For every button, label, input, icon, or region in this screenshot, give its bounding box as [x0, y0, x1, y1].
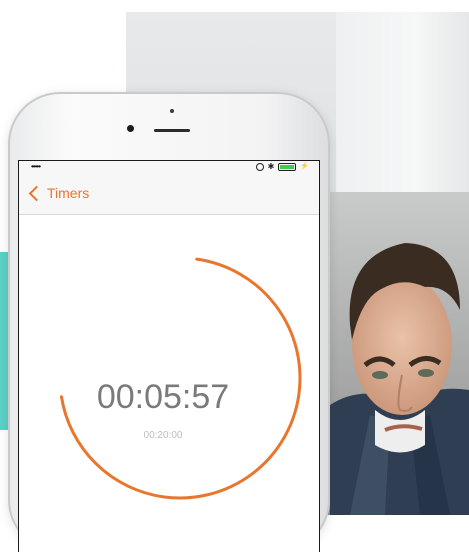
boy-photo — [330, 215, 469, 515]
timer-total-duration: 00:20:00 — [143, 430, 183, 441]
timer-remaining: 00:05:57 — [96, 378, 230, 416]
timer-progress-ring — [58, 256, 302, 500]
phone-mockup: ••••• ✱ ⚡ Timers 00:05:57 00:20:00 — [8, 92, 330, 552]
